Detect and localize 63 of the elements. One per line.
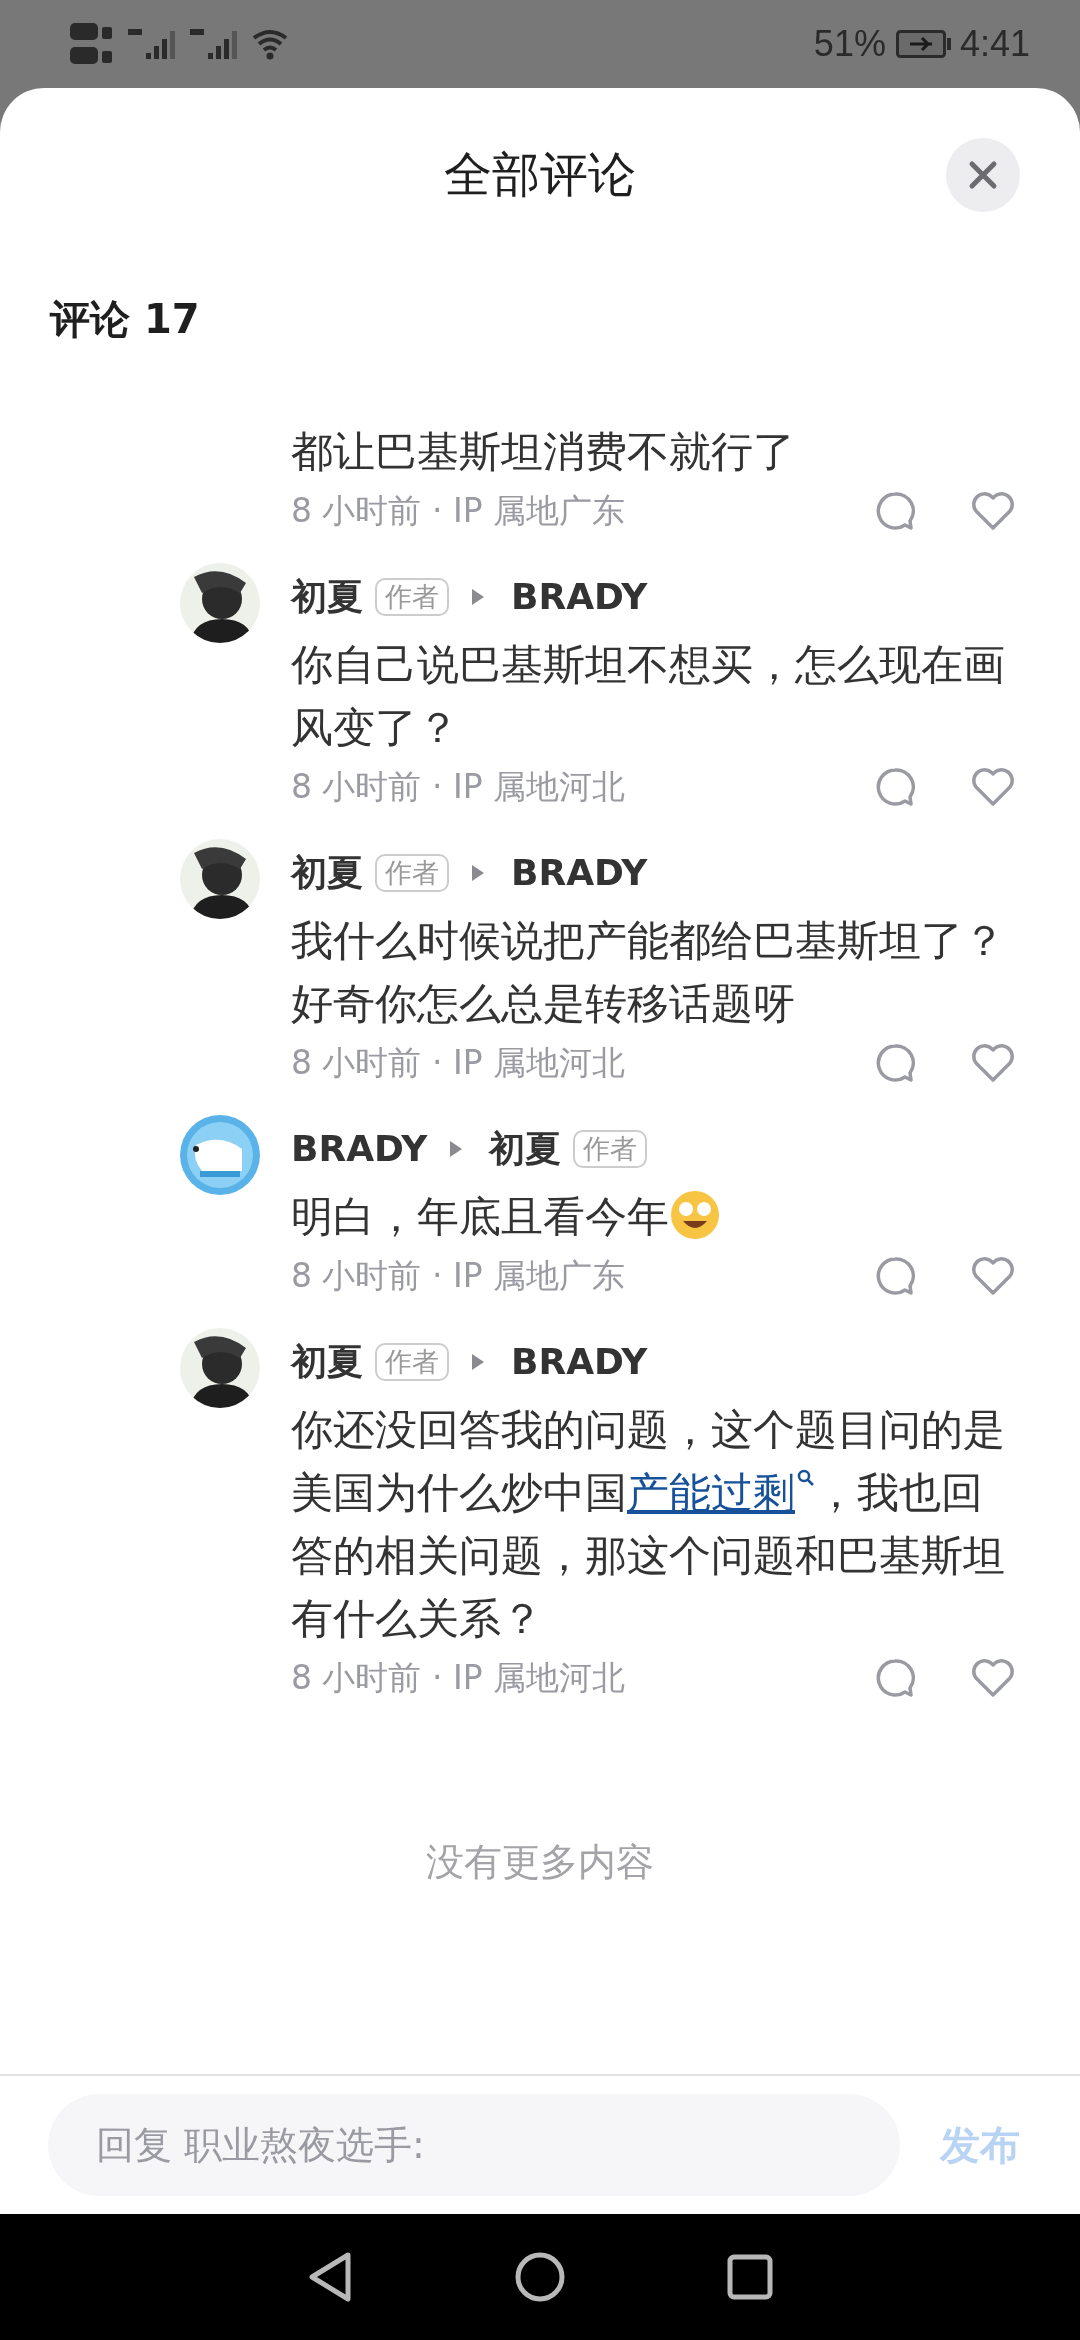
like-button[interactable] bbox=[971, 1043, 1015, 1083]
reply-arrow-icon bbox=[449, 1140, 464, 1158]
like-button[interactable] bbox=[971, 767, 1015, 807]
sheet-title: 全部评论 bbox=[444, 145, 636, 204]
reply-input-field[interactable]: 回复 职业熬夜选手: bbox=[48, 2094, 900, 2196]
recents-icon bbox=[727, 2254, 773, 2300]
like-button[interactable] bbox=[971, 1256, 1015, 1296]
recents-button[interactable] bbox=[726, 2253, 774, 2301]
reply-button[interactable] bbox=[875, 1658, 915, 1698]
close-icon bbox=[968, 160, 998, 190]
battery-charging-icon bbox=[895, 30, 952, 58]
comment-text: 你还没回答我的问题，这个题目问的是美国为什么炒中国产能过剩 ，我也回答的相关问题，那这个问题和巴基斯坦有什么关系？ bbox=[291, 1404, 1006, 1645]
comment-meta: 8 小时前 · IP 属地河北 bbox=[291, 766, 627, 809]
user-name[interactable]: BRADY bbox=[511, 570, 648, 624]
comment-text: 明白，年底且看今年 bbox=[291, 1185, 1011, 1248]
user-name[interactable]: BRADY bbox=[291, 1122, 428, 1176]
author-badge: 作者 bbox=[573, 1129, 648, 1169]
like-button[interactable] bbox=[971, 1658, 1015, 1698]
comment-text: 你自己说巴基斯坦不想买，怎么现在画风变了？ bbox=[291, 639, 1006, 754]
comment-count: 评论 17 bbox=[50, 296, 200, 342]
reply-button[interactable] bbox=[875, 1256, 915, 1296]
reply-arrow-icon bbox=[471, 588, 485, 606]
heart-icon bbox=[972, 1257, 1014, 1295]
clock-time: 4:41 bbox=[959, 22, 1030, 66]
back-icon bbox=[309, 2252, 351, 2302]
user-name[interactable]: 初夏 bbox=[291, 570, 363, 624]
author-badge: 作者 bbox=[375, 1342, 449, 1382]
comment-icon bbox=[876, 1044, 915, 1082]
comment-icon bbox=[876, 1659, 915, 1697]
user-name[interactable]: BRADY bbox=[511, 846, 648, 900]
comment-meta: 8 小时前 · IP 属地河北 bbox=[291, 1042, 627, 1085]
heart-icon bbox=[972, 768, 1014, 806]
user-name[interactable]: BRADY bbox=[511, 1335, 648, 1389]
comment-icon bbox=[876, 768, 915, 806]
comment-icon bbox=[876, 492, 915, 530]
comment-meta: 8 小时前 · IP 属地广东 bbox=[291, 490, 627, 533]
heart-icon bbox=[972, 1659, 1014, 1697]
author-badge: 作者 bbox=[375, 853, 449, 893]
home-icon bbox=[515, 2252, 565, 2302]
comment-meta: 8 小时前 · IP 属地河北 bbox=[291, 1657, 627, 1700]
like-button[interactable] bbox=[971, 491, 1015, 531]
reply-button[interactable] bbox=[875, 491, 915, 531]
user-name[interactable]: 初夏 bbox=[291, 1335, 363, 1389]
heart-icon bbox=[972, 492, 1014, 530]
reply-button[interactable] bbox=[875, 1043, 915, 1083]
reply-arrow-icon bbox=[471, 1353, 485, 1371]
emoji-icon bbox=[669, 1189, 721, 1241]
user-name[interactable]: 初夏 bbox=[489, 1122, 562, 1176]
author-badge: 作者 bbox=[375, 577, 449, 617]
comment-meta: 8 小时前 · IP 属地广东 bbox=[291, 1255, 627, 1298]
back-button[interactable] bbox=[306, 2251, 354, 2303]
heart-icon bbox=[972, 1044, 1014, 1082]
user-name[interactable]: 初夏 bbox=[291, 846, 363, 900]
keyword-link[interactable]: 产能过剩 bbox=[627, 1468, 815, 1517]
reply-arrow-icon bbox=[471, 864, 485, 882]
reply-button[interactable] bbox=[875, 767, 915, 807]
search-icon bbox=[797, 1469, 815, 1487]
comment-icon bbox=[876, 1257, 915, 1295]
comment-text: 我什么时候说把产能都给巴基斯坦了？好奇你怎么总是转移话题呀 bbox=[291, 915, 1006, 1030]
battery-percent: 51% bbox=[813, 22, 886, 66]
comment-text: 都让巴基斯坦消费不就行了 bbox=[291, 426, 796, 478]
end-note: 没有更多内容 bbox=[426, 1840, 654, 1884]
home-button[interactable] bbox=[514, 2251, 566, 2303]
